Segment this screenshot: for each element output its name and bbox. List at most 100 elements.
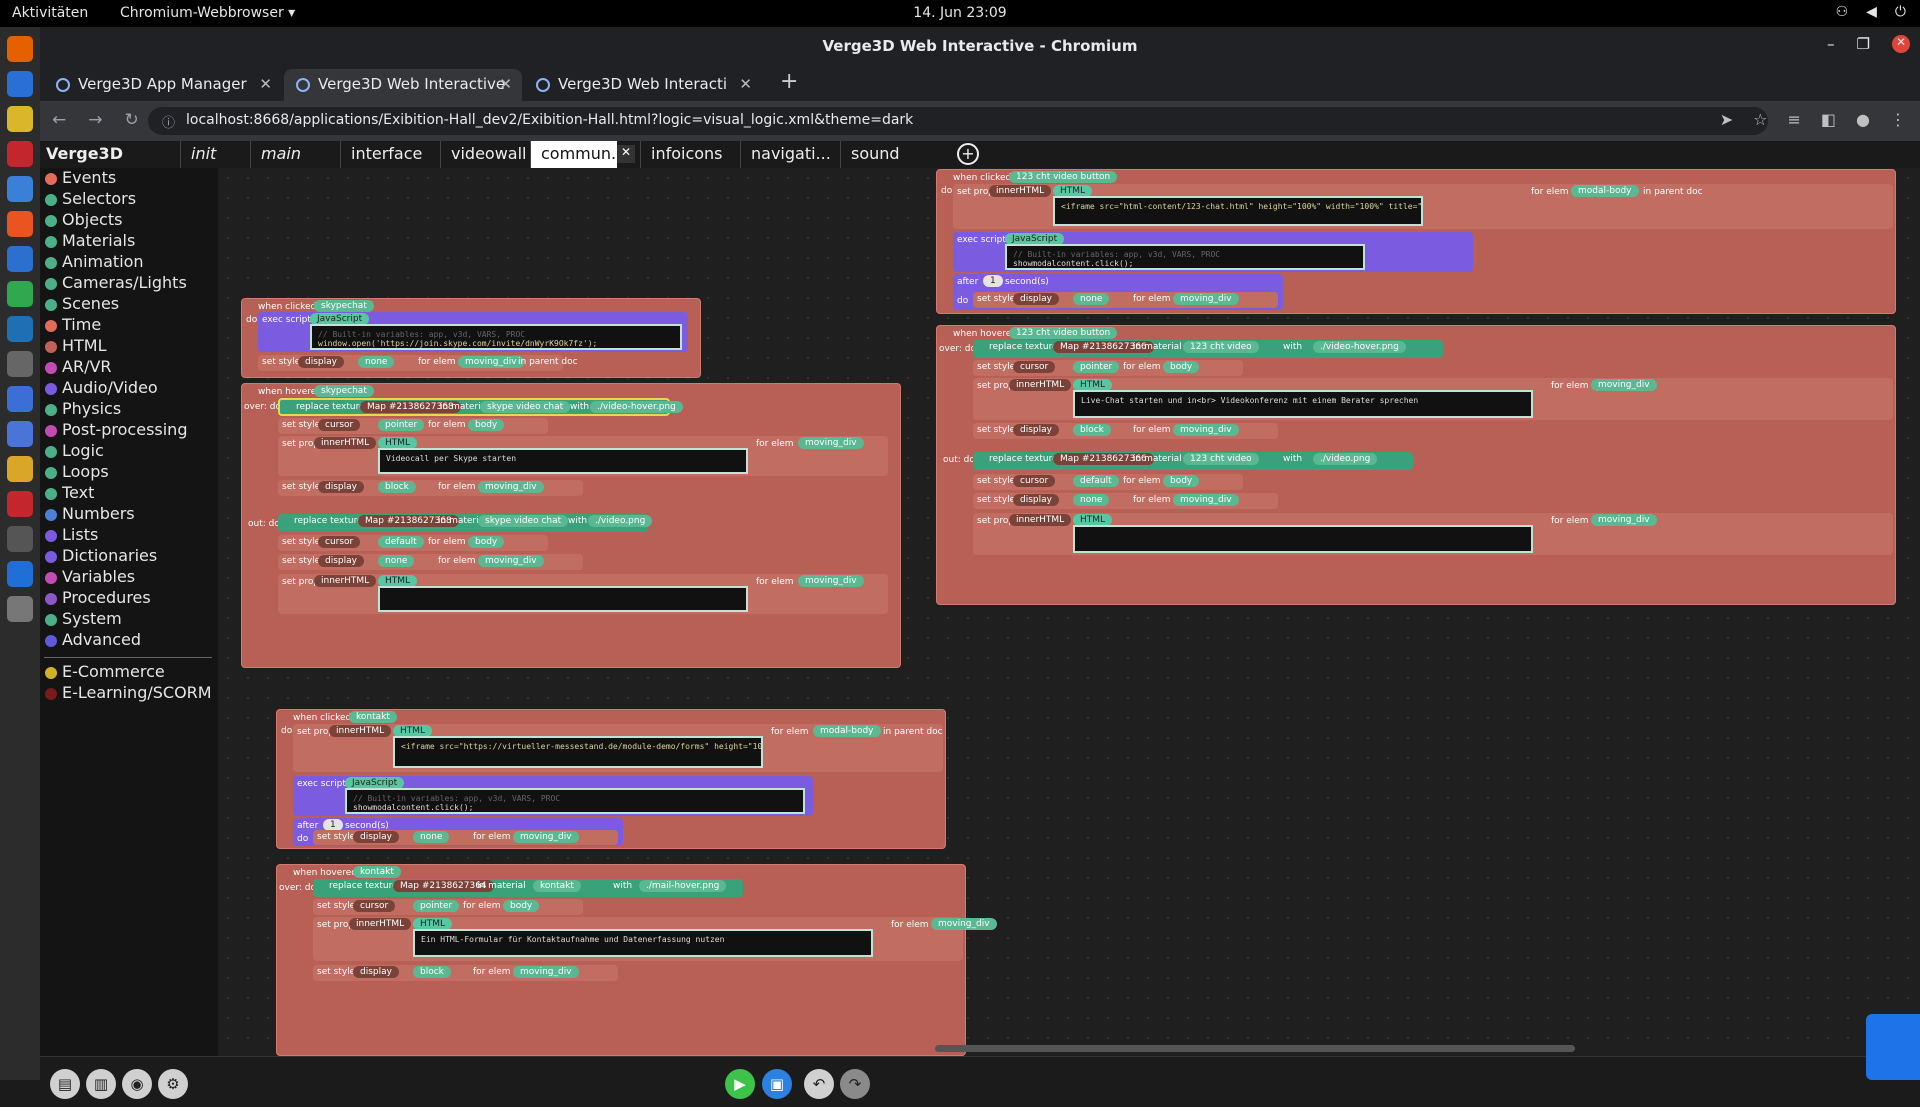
files-icon[interactable]	[7, 176, 33, 202]
vscode-icon[interactable]	[7, 316, 33, 342]
html-editor[interactable]	[378, 586, 748, 612]
when-hovered-skype-block[interactable]: when hovered skypechat over: do replace …	[241, 383, 901, 668]
html-editor[interactable]: <iframe src="https://virtueller-messesta…	[393, 736, 763, 768]
exec-script-block[interactable]: exec script JavaScript // Built-in varia…	[258, 312, 688, 352]
save-doc-icon[interactable]: ▤	[50, 1069, 80, 1099]
category-events[interactable]: Events	[40, 168, 218, 189]
share-icon[interactable]: ➤	[1720, 110, 1733, 129]
when-hovered-kontakt-block[interactable]: when hovered kontakt over: do replace te…	[276, 864, 997, 1056]
bookmark-icon[interactable]: ☆	[1753, 110, 1767, 129]
category-audio-video[interactable]: Audio/Video	[40, 378, 218, 399]
tab-interface[interactable]: interface	[340, 141, 432, 168]
forward-icon[interactable]: →	[88, 110, 102, 130]
category-objects[interactable]: Objects	[40, 210, 218, 231]
close-workspace-icon[interactable]: ✕	[617, 145, 635, 163]
set-style-none-block[interactable]: set style display none for elem moving_d…	[278, 554, 583, 570]
activities-button[interactable]: Aktivitäten	[12, 5, 88, 21]
horizontal-scrollbar[interactable]	[935, 1045, 1575, 1052]
category-advanced[interactable]: Advanced	[40, 630, 218, 651]
terminal-icon[interactable]	[7, 351, 33, 377]
document-icon[interactable]	[7, 141, 33, 167]
tab-web-interactive-2[interactable]: Verge3D Web Interacti ✕	[524, 69, 762, 101]
when-clicked-skype-block[interactable]: when clicked skypechat do exec script Ja…	[241, 298, 701, 378]
reading-list-icon[interactable]: ≡	[1788, 110, 1801, 129]
html-editor[interactable]: <iframe src="html-content/123-chat.html"…	[1053, 196, 1423, 226]
chrome-icon[interactable]	[7, 281, 33, 307]
tab-main[interactable]: main	[250, 141, 311, 168]
after-delay-block[interactable]: after 1 second(s) do set style display n…	[953, 274, 1283, 310]
set-prop-block[interactable]: set prop innerHTML HTML Videocall per Sk…	[278, 436, 888, 476]
close-tab-icon[interactable]: ✕	[259, 75, 272, 93]
set-style-cursor-block[interactable]: set style cursor pointer for elem body	[278, 418, 548, 434]
category-logic[interactable]: Logic	[40, 441, 218, 462]
category-post-processing[interactable]: Post-processing	[40, 420, 218, 441]
category-text[interactable]: Text	[40, 483, 218, 504]
run-icon[interactable]: ▶	[725, 1069, 755, 1099]
app-icon[interactable]	[7, 421, 33, 447]
set-style-cursor-out-block[interactable]: set style cursor default for elem body	[973, 474, 1243, 490]
url-field[interactable]: ⓘ localhost:8668/applications/Exibition-…	[148, 107, 1768, 135]
category-dictionaries[interactable]: Dictionaries	[40, 546, 218, 567]
profile-icon[interactable]: ●	[1856, 110, 1870, 129]
todo-icon[interactable]	[7, 561, 33, 587]
firefox-icon[interactable]	[7, 36, 33, 62]
html-editor[interactable]: Ein HTML-Formular für Kontaktaufnahme un…	[413, 929, 873, 957]
set-prop-modal-block[interactable]: set prop innerHTML HTML <iframe src="htt…	[293, 724, 943, 772]
chromium-icon[interactable]	[7, 386, 33, 412]
settings-icon[interactable]: ⚙	[158, 1069, 188, 1099]
tab-app-manager[interactable]: Verge3D App Manager ✕	[44, 69, 282, 101]
library-icon[interactable]: ▥	[86, 1069, 116, 1099]
redo-icon[interactable]: ↷	[840, 1069, 870, 1099]
category-loops[interactable]: Loops	[40, 462, 218, 483]
replace-texture-out-block[interactable]: replace texture Map #2138627368 in mater…	[278, 514, 653, 532]
set-style-display-block[interactable]: set style display block for elem moving_…	[313, 965, 618, 981]
set-prop-block[interactable]: set prop innerHTML HTML Live-Chat starte…	[973, 378, 1893, 420]
replace-texture-block[interactable]: replace texture Map #2138627366 in mater…	[973, 340, 1443, 358]
exec-script-block[interactable]: exec script JavaScript // Built-in varia…	[293, 776, 813, 816]
tab-videowall[interactable]: videowall	[440, 141, 536, 168]
category-system[interactable]: System	[40, 609, 218, 630]
replace-texture-block[interactable]: replace texture Map #2138627364 in mater…	[313, 879, 743, 897]
thunderbird-icon[interactable]	[7, 71, 33, 97]
category-e-commerce[interactable]: E-Commerce	[40, 662, 218, 683]
category-scenes[interactable]: Scenes	[40, 294, 218, 315]
set-prop-out-block[interactable]: set prop innerHTML HTML for elem moving_…	[278, 574, 888, 614]
category-html[interactable]: HTML	[40, 336, 218, 357]
category-selectors[interactable]: Selectors	[40, 189, 218, 210]
set-style-none-block[interactable]: set style display none for elem moving_d…	[973, 493, 1278, 509]
set-style-block[interactable]: set style display none for elem moving_d…	[313, 830, 618, 845]
category-animation[interactable]: Animation	[40, 252, 218, 273]
tab-navigation[interactable]: navigati...	[740, 141, 841, 168]
rhythmbox-icon[interactable]	[7, 106, 33, 132]
object-selector[interactable]: skypechat	[314, 300, 374, 312]
category-numbers[interactable]: Numbers	[40, 504, 218, 525]
puzzle-workspace[interactable]: when clicked skypechat do exec script Ja…	[218, 168, 1920, 1056]
tab-sound[interactable]: sound	[840, 141, 910, 168]
category-time[interactable]: Time	[40, 315, 218, 336]
minimize-icon[interactable]: –	[1827, 35, 1835, 53]
replace-texture-block[interactable]: replace texture Map #2138627368 in mater…	[278, 398, 683, 416]
set-style-cursor-block[interactable]: set style cursor pointer for elem body	[973, 360, 1243, 376]
category-variables[interactable]: Variables	[40, 567, 218, 588]
category-physics[interactable]: Physics	[40, 399, 218, 420]
drive-icon[interactable]	[7, 596, 33, 622]
side-panel-icon[interactable]: ◧	[1821, 110, 1836, 129]
category-ar-vr[interactable]: AR/VR	[40, 357, 218, 378]
set-style-block[interactable]: set style display none for elem moving_d…	[973, 292, 1278, 308]
after-delay-block[interactable]: after 1 second(s) do set style display n…	[293, 818, 623, 846]
set-style-block[interactable]: set style display none for elem moving_d…	[258, 355, 578, 371]
tab-infoicons[interactable]: infoicons	[640, 141, 733, 168]
tab-web-interactive[interactable]: Verge3D Web Interactive ✕	[284, 69, 522, 101]
new-tab-icon[interactable]: +	[780, 69, 798, 94]
back-icon[interactable]: ←	[52, 110, 66, 130]
site-info-icon[interactable]: ⓘ	[162, 112, 175, 131]
close-tab-icon[interactable]: ✕	[739, 75, 752, 93]
set-style-cursor-out-block[interactable]: set style cursor default for elem body	[278, 535, 548, 551]
category-cameras-lights[interactable]: Cameras/Lights	[40, 273, 218, 294]
undo-icon[interactable]: ↶	[804, 1069, 834, 1099]
category-lists[interactable]: Lists	[40, 525, 218, 546]
html-editor[interactable]: Live-Chat starten und in<br> Videokonfer…	[1073, 390, 1533, 418]
maximize-icon[interactable]: ❐	[1857, 35, 1870, 53]
notes-icon[interactable]	[7, 456, 33, 482]
html-editor[interactable]	[1073, 525, 1533, 553]
